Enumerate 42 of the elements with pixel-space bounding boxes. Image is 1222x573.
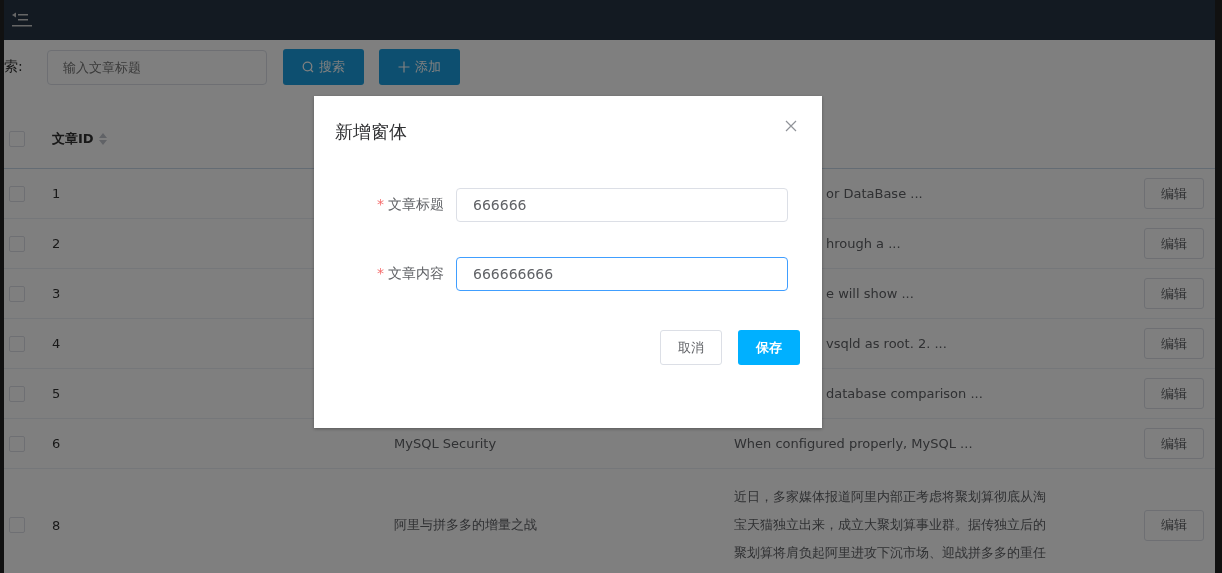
edit-button[interactable]: 编辑 [1144,509,1204,541]
table-cell: 3 [52,286,61,301]
table-cell-text: e will show ... [826,284,915,303]
menu-icon[interactable] [11,12,33,28]
table-cell: 4 [52,336,61,351]
required-mark: * [377,196,384,212]
table-cell: 2 [52,236,61,251]
table-cell-text: When configured properly, MySQL ... [734,434,974,453]
cancel-button[interactable]: 取消 [660,330,722,365]
search-label: 索: [4,58,24,76]
edit-button[interactable]: 编辑 [1144,228,1204,259]
table-cell: 6 [52,436,61,451]
input-field[interactable]: 666666666 [456,257,788,291]
dialog-title: 新增窗体 [335,120,407,144]
field-label: 文章内容 [388,265,444,281]
close-icon[interactable] [785,120,797,132]
search-field[interactable]: 输入文章标题 [47,49,267,85]
sort-icon[interactable] [97,132,108,146]
add-button[interactable]: 添加 [379,49,460,85]
edit-button[interactable]: 编辑 [1144,378,1204,409]
column-header: 文章ID [52,130,94,148]
table-cell: 1 [52,186,61,201]
table-cell-text: 近日，多家媒体报道阿里内部正考虑将聚划算彻底从淘宝天猫独立出来，成立大聚划算事业群。据传独立后的聚划算将肩负起阿里进攻下沉市场、迎战拼多多的重任 [734,488,1046,562]
required-mark: * [377,265,384,281]
save-button[interactable]: 保存 [738,330,800,365]
edit-button[interactable]: 编辑 [1144,428,1204,459]
table-cell: 8 [52,517,61,533]
table-cell-text: vsqld as root. 2. ... [826,334,948,353]
edit-button[interactable]: 编辑 [1144,328,1204,359]
input-field[interactable]: 666666 [456,188,788,222]
table-cell: MySQL Security [394,436,497,451]
table-cell: 5 [52,386,61,401]
edit-button[interactable]: 编辑 [1144,178,1204,209]
table-cell: 阿里与拼多多的增量之战 [394,517,537,532]
plus-icon [398,61,410,73]
table-cell-text: hrough a ... [826,234,902,253]
search-icon [302,61,314,73]
table-cell-text: or DataBase ... [826,184,924,203]
field-label: 文章标题 [388,196,444,212]
edit-button[interactable]: 编辑 [1144,278,1204,309]
search-button[interactable]: 搜索 [283,49,364,85]
table-cell-text: database comparison ... [826,384,984,403]
